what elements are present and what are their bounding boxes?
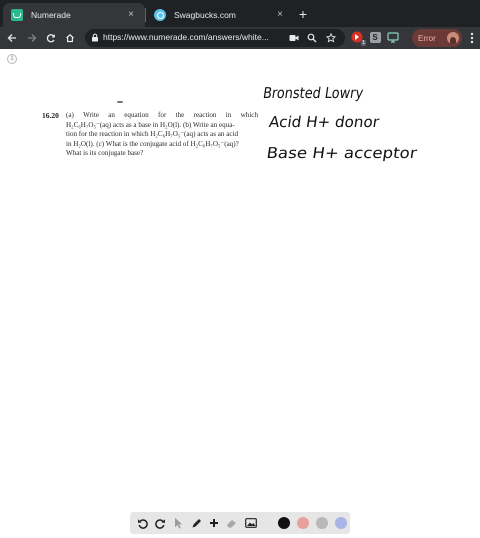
back-button[interactable] [4,30,20,46]
swagbucks-favicon-icon [154,9,166,21]
search-icon[interactable] [307,33,317,43]
question-line: tion for the reaction in which H₂C₆H₇O₅⁻… [66,130,239,139]
color-swatch-gray[interactable] [316,517,328,529]
question-line: What is its conjugate base? [66,149,144,158]
extension-monitor[interactable] [386,30,400,44]
eraser-icon [227,520,236,528]
question-line: in H₂O(l). (c) What is the conjugate aci… [66,139,239,148]
redo-icon [154,518,165,529]
image-icon [245,518,257,528]
url-text: https://www.numerade.com/answers/white..… [103,32,269,42]
select-tool[interactable] [170,515,186,531]
tab-strip: Numerade × Swagbucks.com × + [0,0,480,27]
color-swatch-pink[interactable] [297,517,309,529]
page-number-badge: 1 [7,54,17,64]
new-tab-button[interactable]: + [296,7,310,21]
select-arrow-icon [174,517,182,529]
extension-s-icon: S [369,31,381,43]
extension-s[interactable]: S [368,30,382,44]
image-tool[interactable] [243,515,259,531]
tab-close-icon[interactable]: × [125,10,137,20]
kebab-menu-icon [470,32,474,44]
camera-icon[interactable] [289,34,299,42]
question-line: (a) Write an equation for the reaction i… [66,111,258,119]
reload-icon [46,34,55,43]
note-line-base: Base H+ acceptor [265,144,418,162]
profile-error-chip[interactable]: Error [412,29,462,47]
address-bar[interactable]: https://www.numerade.com/answers/white..… [85,29,345,47]
question-line: H₂C₆H₇O₅⁻(aq) acts as a base in H₂O(l). … [66,120,235,129]
handwritten-notes: Bronsted Lowry Acid H+ donor Base H+ acc… [262,84,419,162]
redo-button[interactable] [152,515,168,531]
undo-icon [137,518,148,529]
lock-icon [92,33,98,42]
menu-button[interactable] [464,30,480,46]
tab-title: Numerade [31,10,71,20]
note-line-acid: Acid H+ donor [268,113,381,131]
undo-button[interactable] [134,515,150,531]
arrow-right-icon [28,34,37,42]
scan-mark [117,101,123,103]
home-icon [66,33,74,43]
pen-tool[interactable] [188,515,204,531]
extension-badge: 1 [361,40,366,46]
note-line-bronsted: Bronsted Lowry [262,84,365,102]
question-text: (a) Write an equation for the reaction i… [66,111,258,159]
tab-title: Swagbucks.com [174,10,236,20]
tab-swagbucks[interactable]: Swagbucks.com × [146,3,294,27]
question-number: 16.20 [42,111,59,120]
color-swatch-black[interactable] [278,517,290,529]
tab-close-icon[interactable]: × [274,10,286,20]
arrow-left-icon [7,34,16,42]
pen-icon [192,518,201,527]
color-swatch-blue[interactable] [335,517,347,529]
whiteboard-canvas[interactable]: 1 16.20 (a) Write an equation for the re… [0,49,480,538]
star-icon[interactable] [326,33,336,43]
extension-red[interactable]: 1 [350,30,366,46]
numerade-favicon-icon [11,9,23,21]
profile-avatar [447,32,459,44]
extension-monitor-icon [387,31,399,43]
add-icon [210,519,218,527]
reload-button[interactable] [43,30,59,46]
eraser-tool[interactable] [224,515,240,531]
drawing-toolbar [130,512,350,534]
add-tool[interactable] [206,515,222,531]
forward-button[interactable] [24,30,40,46]
tab-numerade[interactable]: Numerade × [3,3,145,27]
error-label: Error [418,33,436,43]
browser-toolbar: https://www.numerade.com/answers/white..… [0,27,480,49]
home-button[interactable] [62,30,78,46]
